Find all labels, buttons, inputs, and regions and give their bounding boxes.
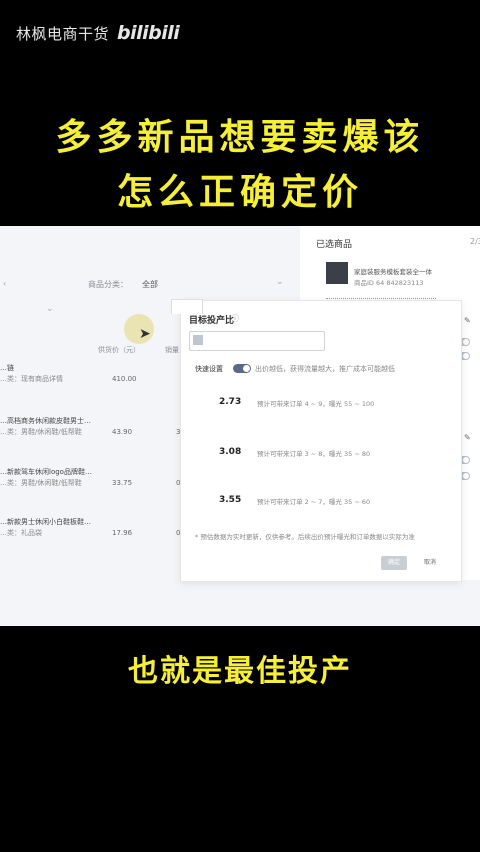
chevron-down-icon[interactable]: ⌄ (46, 304, 54, 314)
category-select[interactable]: 全部 (142, 279, 158, 290)
mouse-pointer-icon: ➤ (139, 326, 151, 342)
caption-subtitle: 也就是最佳投产 (128, 654, 352, 689)
bilibili-logo: bilibili (117, 22, 180, 44)
category-label: 商品分类： (88, 280, 128, 289)
quick-setting-label: 快速设置 (195, 365, 223, 373)
target-roi-title: 目标投产比 (189, 316, 235, 326)
chevron-down-icon[interactable]: ⌄ (276, 277, 284, 287)
app-screenshot: ‹ 商品分类： 全部 ⌄ ⌄ ➤ 供货价（元） 销量 …链 …类：现有商品详情 … (0, 226, 480, 626)
roi-estimate: 预计可带来订单 4 ~ 9，曝光 55 ~ 100 (257, 400, 375, 408)
confirm-button[interactable]: 确定 (381, 556, 407, 570)
pencil-icon[interactable]: ✎ (464, 316, 471, 325)
panel-title: 已选商品 (316, 240, 353, 250)
target-roi-popover: 目标投产比 ⓘ 快速设置 出价越低，获得流量越大，推广成本可能越低 2.73 预… (171, 299, 462, 582)
quick-setting-toggle[interactable] (233, 364, 251, 373)
page-indicator: 2/3 (470, 237, 480, 246)
chevron-left-icon[interactable]: ‹ (3, 279, 6, 288)
row-title: …高档商务休闲款皮鞋男士… (0, 417, 91, 425)
popover-tab (171, 299, 203, 314)
roi-input[interactable] (189, 331, 325, 351)
row-category: …类：礼品袋 (0, 529, 42, 537)
row-title: …新款男士休闲小白鞋板鞋… (0, 518, 91, 526)
row-price: 17.96 (112, 529, 133, 537)
brand-text: 林枫电商干货 (16, 24, 110, 43)
help-icon[interactable]: ⓘ (231, 313, 239, 324)
input-caret (193, 335, 203, 345)
roi-value: 3.55 (219, 495, 242, 505)
row-price: 43.90 (112, 428, 133, 436)
roi-value: 2.73 (219, 397, 242, 407)
roi-estimate: 预计可带来订单 2 ~ 7，曝光 35 ~ 60 (257, 498, 371, 506)
product-id: 商品ID 64 842823113 (354, 279, 424, 287)
row-price: 410.00 (112, 375, 137, 383)
headline-line-1: 多多新品想要卖爆该 (55, 117, 425, 158)
brand-watermark: 林枫电商干货 bilibili (16, 22, 180, 44)
column-header-sales[interactable]: 销量 (165, 345, 179, 355)
estimate-note: * 预估数据为实时更新，仅供参考。后续出价预计曝光和订单数据以实际为准 (195, 533, 415, 541)
product-thumbnail (326, 262, 348, 284)
column-header-price[interactable]: 供货价（元） (98, 345, 140, 355)
row-category: …类：男鞋/休闲鞋/低帮鞋 (0, 428, 82, 436)
row-category: …类：现有商品详情 (0, 375, 63, 383)
roi-estimate: 预计可带来订单 3 ~ 8，曝光 35 ~ 80 (257, 450, 371, 458)
row-category: …类：男鞋/休闲鞋/低帮鞋 (0, 479, 82, 487)
roi-value: 3.08 (219, 447, 242, 457)
row-title: …新款驾车休闲logo品牌鞋… (0, 468, 92, 476)
pencil-icon[interactable]: ✎ (464, 433, 471, 442)
row-price: 33.75 (112, 479, 133, 487)
quick-setting-desc: 出价越低，获得流量越大，推广成本可能越低 (255, 365, 395, 373)
product-name: 家庭装服务模板套装全一体 (354, 268, 432, 276)
row-title: …链 (0, 364, 14, 372)
headline-line-2: 怎么正确定价 (116, 172, 363, 213)
cancel-button[interactable]: 取消 (417, 556, 443, 570)
